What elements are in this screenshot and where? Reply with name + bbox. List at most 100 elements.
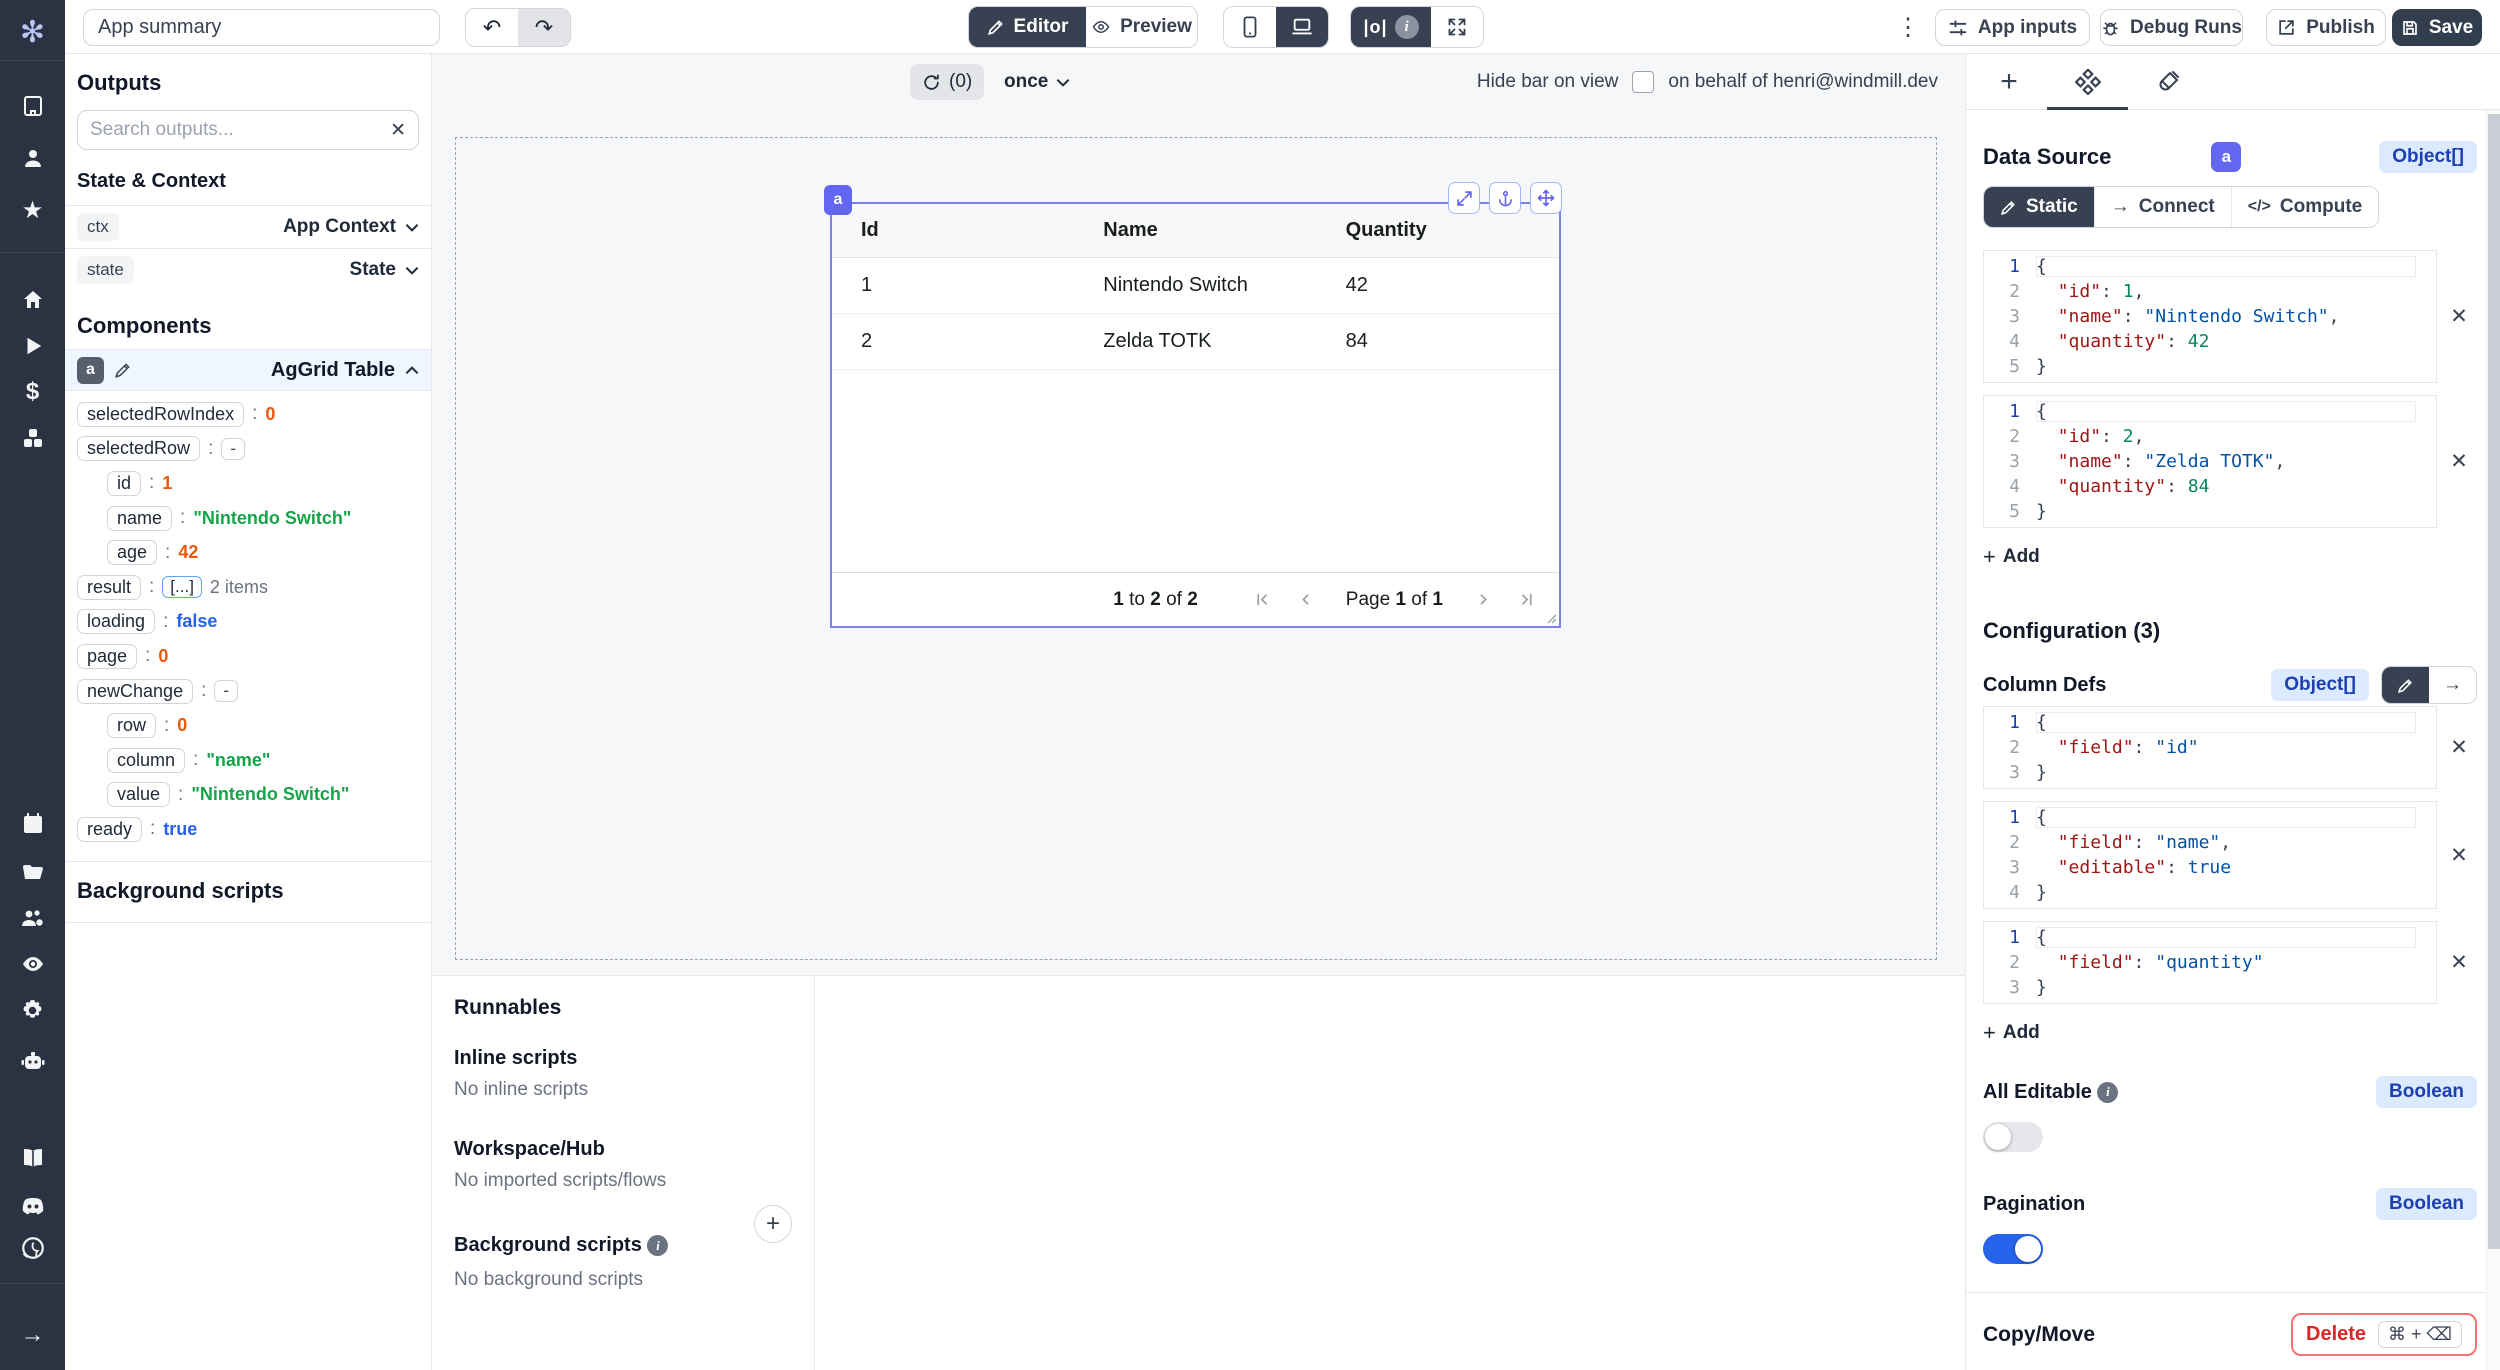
fullscreen-button[interactable]	[1431, 7, 1483, 47]
grid-cell[interactable]: Zelda TOTK	[1074, 330, 1316, 353]
groups-icon[interactable]	[0, 898, 65, 938]
grid-cell[interactable]: 42	[1317, 274, 1559, 297]
all-editable-toggle[interactable]	[1983, 1122, 2043, 1152]
undo-button[interactable]: ↶	[466, 9, 518, 46]
resources-icon[interactable]	[0, 418, 65, 458]
next-page-icon[interactable]	[1475, 591, 1492, 608]
ai-icon[interactable]	[0, 1041, 65, 1081]
move-button[interactable]	[1530, 182, 1562, 214]
docs-icon[interactable]	[0, 1138, 65, 1178]
output-row[interactable]: selectedRow:-	[77, 432, 419, 467]
component-settings-tab[interactable]	[2058, 54, 2118, 110]
anchor-button[interactable]	[1489, 182, 1521, 214]
component-row[interactable]: a AgGrid Table	[65, 349, 431, 391]
edit-mode-button[interactable]	[2382, 667, 2429, 703]
remove-block-button[interactable]: ✕	[2437, 728, 2481, 768]
pencil-icon[interactable]	[114, 361, 132, 379]
github-icon[interactable]	[0, 1228, 65, 1268]
publish-button[interactable]: Publish	[2266, 9, 2386, 46]
audit-logs-icon[interactable]	[0, 944, 65, 984]
grid-cell[interactable]: Nintendo Switch	[1074, 274, 1316, 297]
windmill-logo[interactable]: ✻	[0, 13, 65, 53]
user-icon[interactable]	[0, 138, 65, 178]
home-icon[interactable]	[0, 280, 65, 320]
grid-cell[interactable]: 1	[832, 274, 1074, 297]
desktop-view-button[interactable]	[1276, 7, 1328, 47]
runs-icon[interactable]	[0, 326, 65, 366]
output-row[interactable]: age:42	[77, 535, 419, 570]
output-row[interactable]: column:"name"	[77, 743, 419, 778]
save-button[interactable]: Save	[2392, 9, 2482, 46]
editor-tab[interactable]: Editor	[969, 7, 1086, 47]
output-row[interactable]: selectedRowIndex:0	[77, 397, 419, 432]
json-editor[interactable]: 1{2 "id": 1,3 "name": "Nintendo Switch",…	[1983, 250, 2437, 383]
grid-row[interactable]: 2Zelda TOTK84	[832, 314, 1559, 370]
expand-button[interactable]	[1448, 182, 1480, 214]
remove-block-button[interactable]: ✕	[2437, 835, 2481, 875]
add-background-script-button[interactable]: +	[754, 1205, 792, 1243]
insert-tab[interactable]: +	[1979, 54, 2039, 110]
output-row[interactable]: ready:true	[77, 812, 419, 847]
refresh-button[interactable]: (0)	[910, 64, 984, 100]
last-page-icon[interactable]	[1518, 591, 1535, 608]
connect-mode-button[interactable]: →	[2429, 667, 2476, 703]
add-column-def-button[interactable]: +Add	[1983, 1020, 2040, 1046]
add-data-row-button[interactable]: +Add	[1983, 544, 2040, 570]
output-row[interactable]: result:[...]2 items	[77, 570, 419, 605]
connect-tab[interactable]: → Connect	[2094, 187, 2231, 227]
remove-block-button[interactable]: ✕	[2437, 297, 2481, 337]
json-editor[interactable]: 1{2 "field": "id"3}	[1983, 706, 2437, 789]
pagination-toggle[interactable]	[1983, 1234, 2043, 1264]
styling-tab[interactable]	[2138, 54, 2198, 110]
discord-icon[interactable]	[0, 1187, 65, 1227]
json-editor[interactable]: 1{2 "id": 2,3 "name": "Zelda TOTK",4 "qu…	[1983, 395, 2437, 528]
folders-icon[interactable]	[0, 852, 65, 892]
grid-column-header[interactable]: Quantity	[1317, 219, 1559, 242]
settings-icon[interactable]	[0, 990, 65, 1030]
static-tab[interactable]: Static	[1984, 187, 2094, 227]
grid-cell[interactable]: 2	[832, 330, 1074, 353]
schedule-dropdown[interactable]: once	[1004, 64, 1070, 100]
prev-page-icon[interactable]	[1297, 591, 1314, 608]
output-row[interactable]: row:0	[77, 708, 419, 743]
info-icon[interactable]: i	[1395, 15, 1419, 39]
grid-row[interactable]: 1Nintendo Switch42	[832, 258, 1559, 314]
first-page-icon[interactable]	[1254, 591, 1271, 608]
output-row[interactable]: loading:false	[77, 605, 419, 640]
debug-runs-button[interactable]: Debug Runs	[2100, 9, 2243, 46]
json-editor[interactable]: 1{2 "field": "quantity"3}	[1983, 921, 2437, 1004]
preview-tab[interactable]: Preview	[1086, 7, 1197, 47]
mobile-view-button[interactable]	[1224, 7, 1276, 47]
aggrid-table-component[interactable]: a IdNameQuantity 1Nintendo Switch422Zeld…	[830, 202, 1561, 628]
output-row[interactable]: name:"Nintendo Switch"	[77, 501, 419, 536]
hide-bar-checkbox[interactable]	[1632, 71, 1654, 93]
redo-button[interactable]: ↷	[518, 9, 570, 46]
clear-search-button[interactable]: ✕	[390, 119, 406, 142]
output-row[interactable]: value:"Nintendo Switch"	[77, 778, 419, 813]
search-outputs-input[interactable]: Search outputs... ✕	[77, 110, 419, 150]
schedules-icon[interactable]	[0, 803, 65, 843]
grid-cell[interactable]: 84	[1317, 330, 1559, 353]
delete-component-button[interactable]: Delete ⌘ + ⌫	[2291, 1313, 2477, 1356]
compute-tab[interactable]: </> Compute	[2231, 187, 2378, 227]
app-summary-input[interactable]	[83, 9, 440, 46]
output-row[interactable]: id:1	[77, 466, 419, 501]
more-menu-button[interactable]: ⋮	[1893, 0, 1923, 54]
workspace-icon[interactable]	[0, 86, 65, 126]
columns-view-button[interactable]: |o| i	[1351, 7, 1431, 47]
output-row[interactable]: newChange:-	[77, 674, 419, 709]
variables-icon[interactable]: $	[0, 372, 65, 412]
scrollbar[interactable]	[2486, 110, 2500, 1370]
state-row[interactable]: state State	[65, 248, 431, 291]
scrollbar-thumb[interactable]	[2488, 114, 2500, 1249]
remove-block-button[interactable]: ✕	[2437, 943, 2481, 983]
grid-column-header[interactable]: Id	[832, 219, 1074, 242]
chevron-up-icon[interactable]	[405, 366, 419, 375]
ctx-row[interactable]: ctx App Context	[65, 205, 431, 248]
resize-handle[interactable]	[1546, 613, 1557, 624]
favorites-icon[interactable]: ★	[0, 191, 65, 231]
grid-column-header[interactable]: Name	[1074, 219, 1316, 242]
app-canvas[interactable]: (0) once Hide bar on view on behalf of h…	[432, 54, 1965, 975]
app-inputs-button[interactable]: App inputs	[1935, 9, 2090, 46]
json-editor[interactable]: 1{2 "field": "name",3 "editable": true4}	[1983, 801, 2437, 909]
